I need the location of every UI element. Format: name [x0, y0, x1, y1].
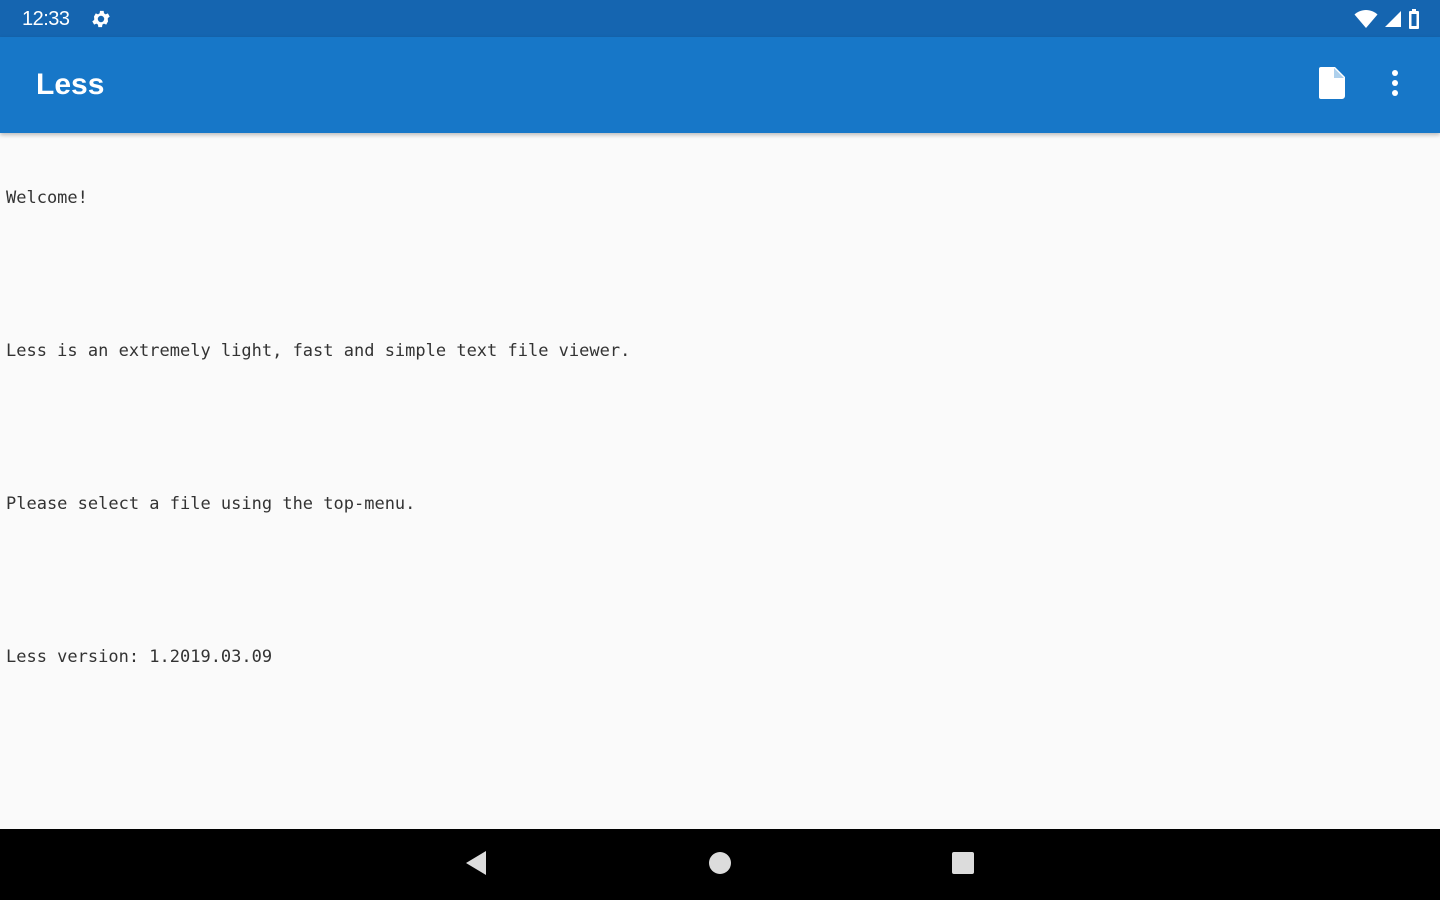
recents-button[interactable]: [939, 841, 987, 889]
battery-icon: [1408, 9, 1420, 29]
open-file-button[interactable]: [1308, 61, 1356, 109]
back-button[interactable]: [452, 841, 500, 889]
file-icon: [1319, 67, 1345, 103]
settings-gear-icon: [90, 8, 112, 30]
text-viewer[interactable]: Welcome! ​ Less is an extremely light, f…: [0, 133, 1440, 829]
wifi-icon: [1354, 9, 1378, 29]
text-line: Please select a file using the top-menu.: [6, 494, 416, 514]
recents-square-icon: [951, 851, 975, 879]
app-title: Less: [36, 68, 105, 101]
back-triangle-icon: [464, 850, 488, 880]
home-circle-icon: [708, 851, 732, 879]
text-line: ​: [6, 416, 630, 442]
cell-signal-icon: [1384, 10, 1402, 28]
text-line: Less version: 1.2019.03.09: [6, 647, 273, 667]
text-line: ​: [6, 263, 630, 289]
navigation-bar: [0, 829, 1440, 900]
text-line: Less is an extremely light, fast and sim…: [6, 341, 631, 361]
status-icons: [1354, 9, 1420, 29]
status-bar: 12:33: [0, 0, 1440, 37]
overflow-menu-button[interactable]: [1371, 61, 1419, 109]
text-line: Welcome!: [6, 188, 88, 208]
status-time: 12:33: [22, 8, 70, 30]
file-text: Welcome! ​ Less is an extremely light, f…: [6, 135, 630, 722]
home-button[interactable]: [696, 841, 744, 889]
text-line: ​: [6, 569, 630, 595]
app-bar: Less: [0, 37, 1440, 133]
more-vert-icon: [1391, 69, 1399, 101]
